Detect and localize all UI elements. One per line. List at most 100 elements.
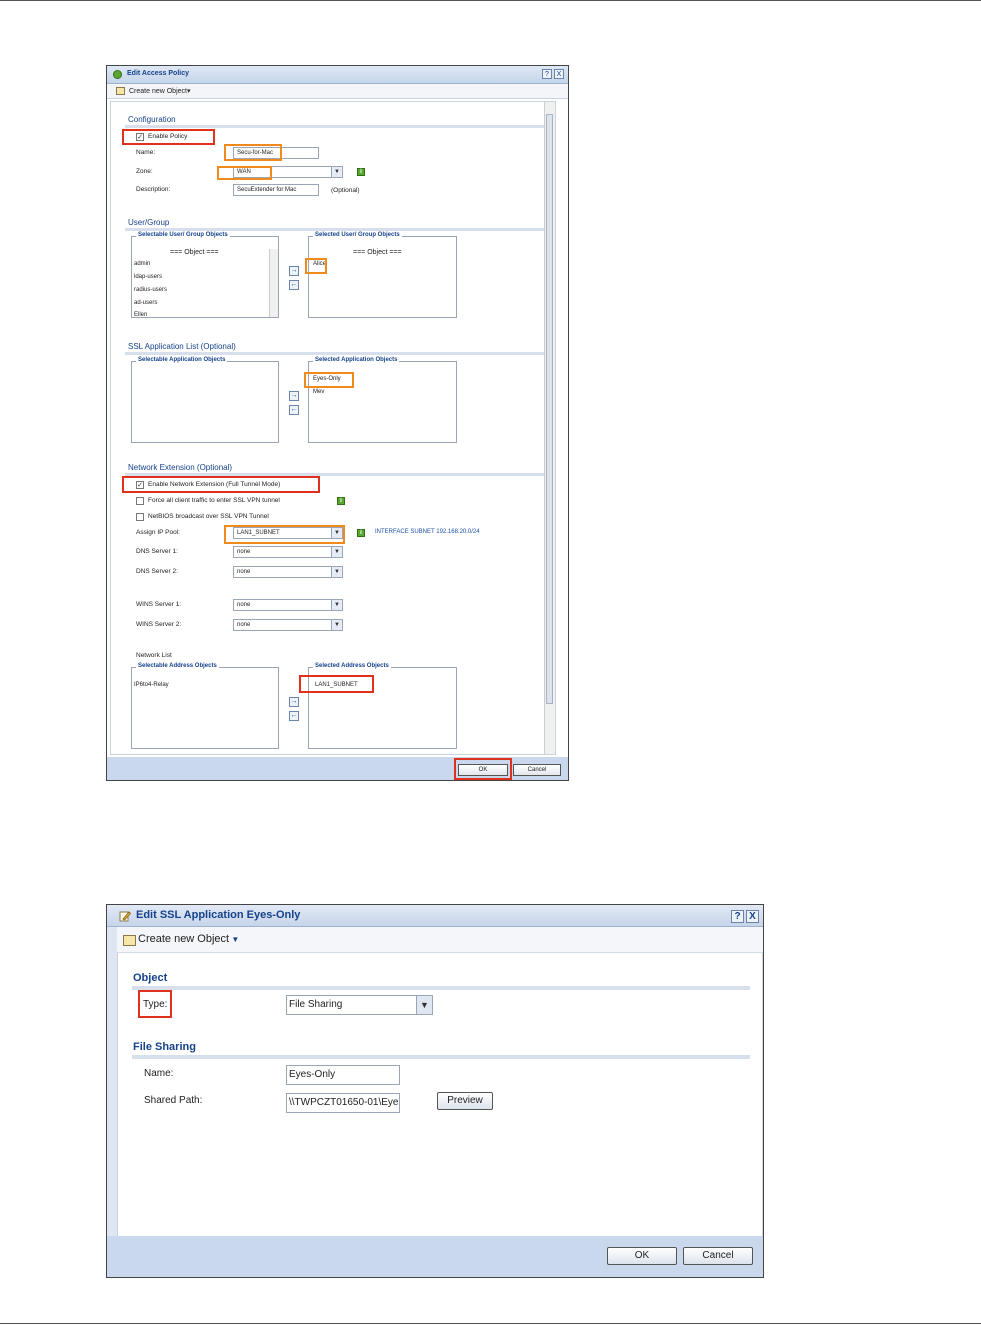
create-object-icon xyxy=(123,935,136,946)
list-item[interactable]: Mev xyxy=(313,389,324,395)
ok-button[interactable]: OK xyxy=(458,764,508,776)
cancel-button[interactable]: Cancel xyxy=(683,1247,753,1265)
move-left-button[interactable]: ← xyxy=(289,405,299,415)
user-group-heading: User/Group xyxy=(128,218,170,227)
chevron-down-icon: ▼ xyxy=(331,547,342,557)
chevron-down-icon: ▼ xyxy=(331,167,342,177)
selectable-app-box: Selectable Application Objects xyxy=(131,357,279,443)
selectable-object-header: === Object === xyxy=(170,249,219,256)
description-input[interactable]: SecuExtender for Mac xyxy=(233,184,319,196)
chevron-down-icon: ▼ xyxy=(416,996,432,1014)
info-icon[interactable]: i xyxy=(337,497,345,505)
scrollbar-thumb[interactable] xyxy=(546,114,553,704)
close-button[interactable]: X xyxy=(554,69,564,79)
zone-select[interactable]: WAN ▼ xyxy=(233,166,343,178)
create-new-object-menu[interactable]: Create new Object▾ xyxy=(129,87,191,95)
object-heading: Object xyxy=(133,972,168,984)
create-new-object-menu[interactable]: Create new Object ▼ xyxy=(138,933,239,945)
selected-app-legend: Selected Application Objects xyxy=(313,357,400,363)
move-left-button[interactable]: ← xyxy=(289,711,299,721)
move-left-button[interactable]: ← xyxy=(289,280,299,290)
preview-button[interactable]: Preview xyxy=(437,1092,493,1110)
dialog-scrollbar[interactable] xyxy=(544,102,555,754)
dialog-body: Configuration ✓ Enable Policy Name: Secu… xyxy=(110,101,556,755)
move-right-button[interactable]: → xyxy=(289,697,299,707)
shared-path-label: Shared Path: xyxy=(144,1095,203,1106)
edit-access-policy-dialog: Edit Access Policy ? X Create new Object… xyxy=(106,65,569,781)
list-item[interactable]: Ellen xyxy=(134,312,147,318)
chevron-down-icon: ▼ xyxy=(331,567,342,577)
list-item[interactable]: Eyes-Only xyxy=(313,376,341,382)
enable-policy-checkbox[interactable]: ✓ xyxy=(136,133,144,141)
wins2-select[interactable]: none ▼ xyxy=(233,619,343,631)
list-item[interactable]: LAN1_SUBNET xyxy=(315,682,358,688)
type-select[interactable]: File Sharing ▼ xyxy=(286,995,433,1015)
close-button[interactable]: X xyxy=(746,910,759,923)
enable-network-extension-checkbox[interactable]: ✓ xyxy=(136,481,144,489)
name-input[interactable]: Eyes-Only xyxy=(286,1065,400,1085)
wins1-select[interactable]: none ▼ xyxy=(233,599,343,611)
list-item[interactable]: ldap-users xyxy=(134,274,162,280)
force-tunnel-label: Force all client traffic to enter SSL VP… xyxy=(148,497,280,504)
selectable-user-group-legend: Selectable User/ Group Objects xyxy=(136,232,230,238)
ssl-app-heading: SSL Application List (Optional) xyxy=(128,342,236,351)
name-input[interactable]: Secu-for-Mac xyxy=(233,147,319,159)
selected-app-box: Selected Application Objects Eyes-Only M… xyxy=(308,357,457,443)
bottom-rule xyxy=(0,1323,981,1324)
dialog-footer: OK Cancel xyxy=(107,1236,763,1277)
list-item[interactable]: ad-users xyxy=(134,300,157,306)
dialog-title-bar: Edit SSL Application Eyes-Only ? X xyxy=(107,905,763,927)
shared-path-input[interactable]: \\TWPCZT01650-01\Eye xyxy=(286,1093,400,1113)
list-item[interactable]: IP6to4-Relay xyxy=(134,682,169,688)
wins2-value: none xyxy=(237,622,251,628)
info-icon[interactable]: i xyxy=(357,529,365,537)
enable-network-extension-label: Enable Network Extension (Full Tunnel Mo… xyxy=(148,481,281,488)
file-sharing-heading: File Sharing xyxy=(133,1041,196,1053)
network-list-label: Network List xyxy=(136,652,172,659)
selected-user-group-legend: Selected User/ Group Objects xyxy=(313,232,402,238)
toolbar: Create new Object ▼ xyxy=(117,927,763,953)
move-right-button[interactable]: → xyxy=(289,391,299,401)
dialog-title: Edit Access Policy xyxy=(127,70,189,77)
selectable-address-legend: Selectable Address Objects xyxy=(136,663,219,669)
zone-label: Zone: xyxy=(136,168,153,175)
section-divider xyxy=(125,352,554,355)
selected-address-legend: Selected Address Objects xyxy=(313,663,391,669)
list-scrollbar[interactable] xyxy=(269,249,278,317)
name-label: Name: xyxy=(136,149,156,156)
dns2-select[interactable]: none ▼ xyxy=(233,566,343,578)
type-label: Type: xyxy=(143,999,168,1010)
create-object-icon xyxy=(116,87,125,95)
edit-ssl-application-dialog: Edit SSL Application Eyes-Only ? X Creat… xyxy=(106,904,764,1278)
list-item[interactable]: Alice xyxy=(313,261,326,267)
type-select-value: File Sharing xyxy=(289,999,343,1010)
chevron-down-icon: ▼ xyxy=(331,600,342,610)
section-divider xyxy=(125,125,554,128)
ip-pool-value: LAN1_SUBNET xyxy=(237,530,280,536)
dns2-label: DNS Server 2: xyxy=(136,568,178,575)
description-hint: (Optional) xyxy=(331,187,360,194)
help-button[interactable]: ? xyxy=(731,910,744,923)
section-divider xyxy=(132,1055,750,1059)
toolbar: Create new Object▾ xyxy=(107,84,568,99)
policy-icon xyxy=(113,70,122,79)
selectable-user-group-box: Selectable User/ Group Objects === Objec… xyxy=(131,232,279,318)
dns1-select[interactable]: none ▼ xyxy=(233,546,343,558)
selectable-app-legend: Selectable Application Objects xyxy=(136,357,228,363)
enable-policy-label: Enable Policy xyxy=(148,133,188,140)
selected-user-group-box: Selected User/ Group Objects === Object … xyxy=(308,232,457,318)
netbios-checkbox[interactable] xyxy=(136,513,144,521)
chevron-down-icon: ▼ xyxy=(331,620,342,630)
help-button[interactable]: ? xyxy=(542,69,552,79)
info-icon[interactable]: i xyxy=(357,168,365,176)
selected-object-header: === Object === xyxy=(353,249,402,256)
zone-select-value: WAN xyxy=(237,169,251,175)
description-label: Description: xyxy=(136,186,171,193)
ip-pool-select[interactable]: LAN1_SUBNET ▼ xyxy=(233,527,343,539)
list-item[interactable]: admin xyxy=(134,261,150,267)
move-right-button[interactable]: → xyxy=(289,266,299,276)
cancel-button[interactable]: Cancel xyxy=(513,764,561,776)
force-tunnel-checkbox[interactable] xyxy=(136,497,144,505)
list-item[interactable]: radius-users xyxy=(134,287,167,293)
ok-button[interactable]: OK xyxy=(607,1247,677,1265)
